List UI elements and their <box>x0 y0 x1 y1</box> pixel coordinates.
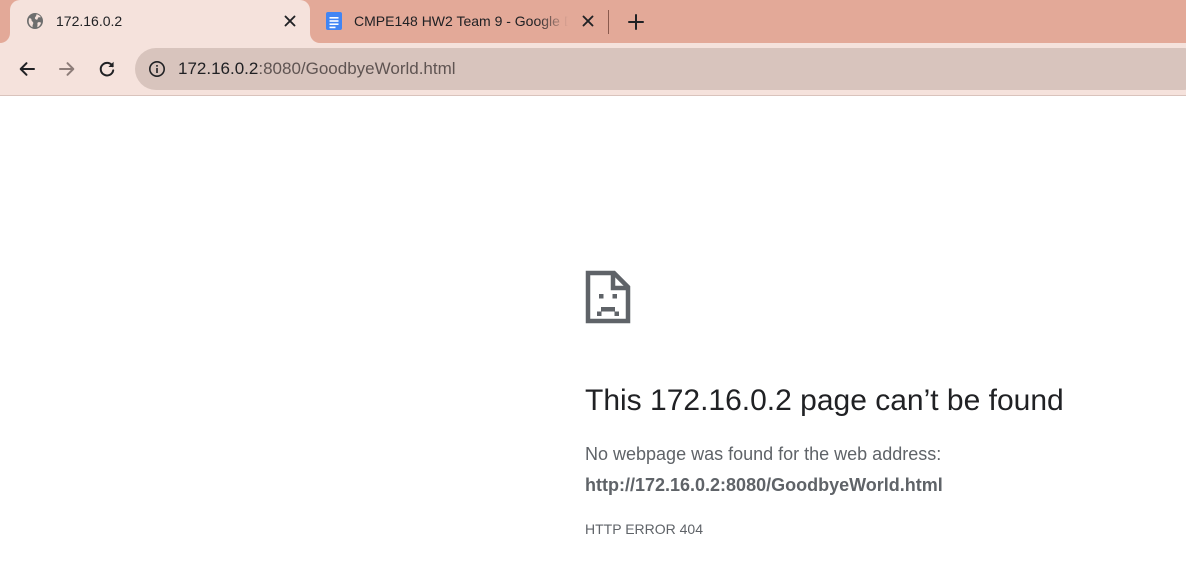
reload-button[interactable] <box>91 53 123 85</box>
page-content: This 172.16.0.2 page can’t be found No w… <box>0 96 1186 575</box>
google-docs-icon <box>325 12 343 30</box>
url-host: 172.16.0.2 <box>178 59 259 78</box>
globe-icon <box>26 12 44 30</box>
tab-strip: 172.16.0.2 CMPE148 HW2 Team 9 - Google D… <box>0 0 1186 43</box>
back-button[interactable] <box>11 53 43 85</box>
tab-active[interactable]: 172.16.0.2 <box>10 0 310 43</box>
tab-close-button[interactable] <box>280 11 300 31</box>
error-url: http://172.16.0.2:8080/GoodbyeWorld.html <box>585 475 943 495</box>
arrow-right-icon <box>59 62 75 76</box>
tab-close-button[interactable] <box>578 11 598 31</box>
browser-window: 172.16.0.2 CMPE148 HW2 Team 9 - Google D… <box>0 0 1186 575</box>
plus-icon <box>628 14 644 30</box>
url-path: :8080/GoodbyeWorld.html <box>258 59 456 78</box>
tab-title: 172.16.0.2 <box>56 13 123 29</box>
address-bar[interactable]: 172.16.0.2:8080/GoodbyeWorld.html <box>135 48 1186 90</box>
reload-icon <box>99 61 115 77</box>
tab-separator <box>608 10 609 34</box>
tab-title: CMPE148 HW2 Team 9 - Google Docs <box>354 13 568 29</box>
close-icon <box>284 15 296 27</box>
error-title: This 172.16.0.2 page can’t be found <box>585 384 1064 417</box>
close-icon <box>582 15 594 27</box>
error-code: HTTP ERROR 404 <box>585 521 703 537</box>
info-icon[interactable] <box>148 60 166 78</box>
arrow-left-icon <box>19 62 35 76</box>
address-bar-url[interactable]: 172.16.0.2:8080/GoodbyeWorld.html <box>178 59 456 79</box>
sad-page-icon <box>585 270 631 324</box>
error-description: No webpage was found for the web address… <box>585 444 942 464</box>
toolbar: 172.16.0.2:8080/GoodbyeWorld.html <box>0 43 1186 96</box>
forward-button[interactable] <box>51 53 83 85</box>
new-tab-button[interactable] <box>622 8 650 36</box>
tab-inactive[interactable]: CMPE148 HW2 Team 9 - Google Docs <box>312 0 608 43</box>
